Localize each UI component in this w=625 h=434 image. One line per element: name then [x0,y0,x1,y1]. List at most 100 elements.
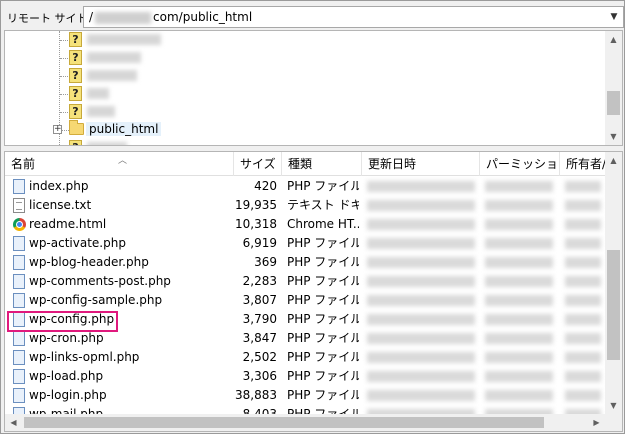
unknown-folder-icon: ? [69,86,82,101]
file-type: PHP ファイル [287,255,359,269]
redacted-owner [565,314,601,325]
php-file-icon [13,350,25,365]
file-name: wp-blog-header.php [29,255,149,269]
file-type: Chrome HT... [287,217,359,231]
file-row[interactable]: wp-login.php 38,883 PHP ファイル [5,386,605,405]
redacted-modified-date [367,352,475,363]
file-row[interactable]: wp-comments-post.php 2,283 PHP ファイル [5,272,605,291]
tree-item[interactable]: ? [5,31,605,49]
file-name: license.txt [29,198,92,212]
file-type: PHP ファイル [287,388,359,402]
file-size: 6,919 [242,236,277,250]
php-file-icon [13,293,25,308]
file-size: 38,883 [235,388,277,402]
file-size: 420 [254,179,277,193]
folder-icon [69,120,84,135]
redacted-owner [565,257,601,268]
tree-scrollbar[interactable]: ▲ ▼ [605,31,622,145]
file-size: 2,283 [242,274,277,288]
file-type: PHP ファイル [287,293,359,307]
php-file-icon [13,236,25,251]
redacted-owner [565,200,601,211]
redacted-permissions [485,276,553,287]
column-header-name[interactable]: ︿ 名前 [5,152,234,176]
column-header-owner[interactable]: 所有者/ [560,152,605,176]
file-name: wp-load.php [29,369,104,383]
redacted-modified-date [367,238,475,249]
redacted-permissions [485,333,553,344]
redacted-folder-name [87,70,137,81]
remote-site-panel: リモート サイト: / com/public_html ▼ ? ? ? ? ? … [0,0,625,434]
file-list-vertical-scrollbar[interactable]: ▲ ▼ [605,152,622,414]
redacted-modified-date [367,257,475,268]
file-row[interactable]: wp-blog-header.php 369 PHP ファイル [5,253,605,272]
file-type: PHP ファイル [287,236,359,250]
file-type: テキスト ドキ... [287,198,359,212]
file-size: 3,847 [242,331,277,345]
file-row[interactable]: wp-load.php 3,306 PHP ファイル [5,367,605,386]
redacted-modified-date [367,219,475,230]
scroll-left-icon[interactable]: ◀ [5,414,22,431]
file-size: 369 [254,255,277,269]
tree-item[interactable]: ? [5,67,605,85]
file-size: 2,502 [242,350,277,364]
redacted-permissions [485,219,553,230]
redacted-permissions [485,314,553,325]
path-suffix: com/public_html [153,10,253,24]
directory-tree: ? ? ? ? ? + public_html ▲ ▼ [4,30,623,146]
file-list-horizontal-scrollbar[interactable]: ◀ ▶ [5,414,605,431]
file-list-header: ︿ 名前 サイズ 種類 更新日時 パーミッション 所有者/ [5,152,605,176]
file-row[interactable]: readme.html 10,318 Chrome HT... [5,215,605,234]
tree-item[interactable]: ? [5,103,605,121]
remote-site-label: リモート サイト: [7,12,92,25]
column-header-modified[interactable]: 更新日時 [362,152,480,176]
scroll-down-icon[interactable]: ▼ [605,397,622,414]
chevron-down-icon[interactable]: ▼ [609,12,619,22]
redacted-owner [565,352,601,363]
redacted-owner [565,238,601,249]
scroll-up-icon[interactable]: ▲ [605,152,622,169]
column-header-permissions[interactable]: パーミッション [480,152,560,176]
scroll-up-icon[interactable]: ▲ [605,31,622,48]
remote-path-input[interactable]: / com/public_html ▼ [83,6,624,28]
redacted-owner [565,181,601,192]
php-file-icon [13,255,25,270]
expand-icon[interactable]: + [53,125,62,134]
file-type: PHP ファイル [287,274,359,288]
file-row[interactable]: wp-config-sample.php 3,807 PHP ファイル [5,291,605,310]
redacted-owner [565,371,601,382]
redacted-modified-date [367,314,475,325]
redacted-permissions [485,371,553,382]
unknown-folder-icon: ? [69,140,82,145]
file-name: wp-links-opml.php [29,350,140,364]
file-type: PHP ファイル [287,331,359,345]
scrollbar-thumb[interactable] [24,417,544,428]
file-row[interactable]: wp-activate.php 6,919 PHP ファイル [5,234,605,253]
file-row[interactable]: index.php 420 PHP ファイル [5,177,605,196]
redacted-modified-date [367,276,475,287]
redacted-permissions [485,181,553,192]
file-list: ︿ 名前 サイズ 種類 更新日時 パーミッション 所有者/ index.php 4… [4,151,623,432]
scrollbar-thumb[interactable] [607,250,620,360]
redacted-owner [565,276,601,287]
scroll-down-icon[interactable]: ▼ [605,128,622,145]
column-header-type[interactable]: 種類 [282,152,362,176]
file-type: PHP ファイル [287,312,359,326]
file-name: index.php [29,179,89,193]
redacted-folder-name [87,34,161,45]
redacted-modified-date [367,181,475,192]
file-row[interactable]: wp-links-opml.php 2,502 PHP ファイル [5,348,605,367]
scrollbar-thumb[interactable] [607,91,620,115]
file-name: wp-login.php [29,388,107,402]
php-file-icon [13,388,25,403]
file-row[interactable]: license.txt 19,935 テキスト ドキ... [5,196,605,215]
tree-item-public-html[interactable]: + public_html [5,120,605,139]
redacted-permissions [485,238,553,249]
scroll-right-icon[interactable]: ▶ [588,414,605,431]
tree-item[interactable]: ? [5,49,605,67]
column-header-size[interactable]: サイズ [234,152,282,176]
php-file-icon [13,179,25,194]
tree-item[interactable]: ? [5,85,605,103]
remote-path-bar: リモート サイト: / com/public_html ▼ [3,5,624,29]
tree-item[interactable]: ? [5,139,605,145]
